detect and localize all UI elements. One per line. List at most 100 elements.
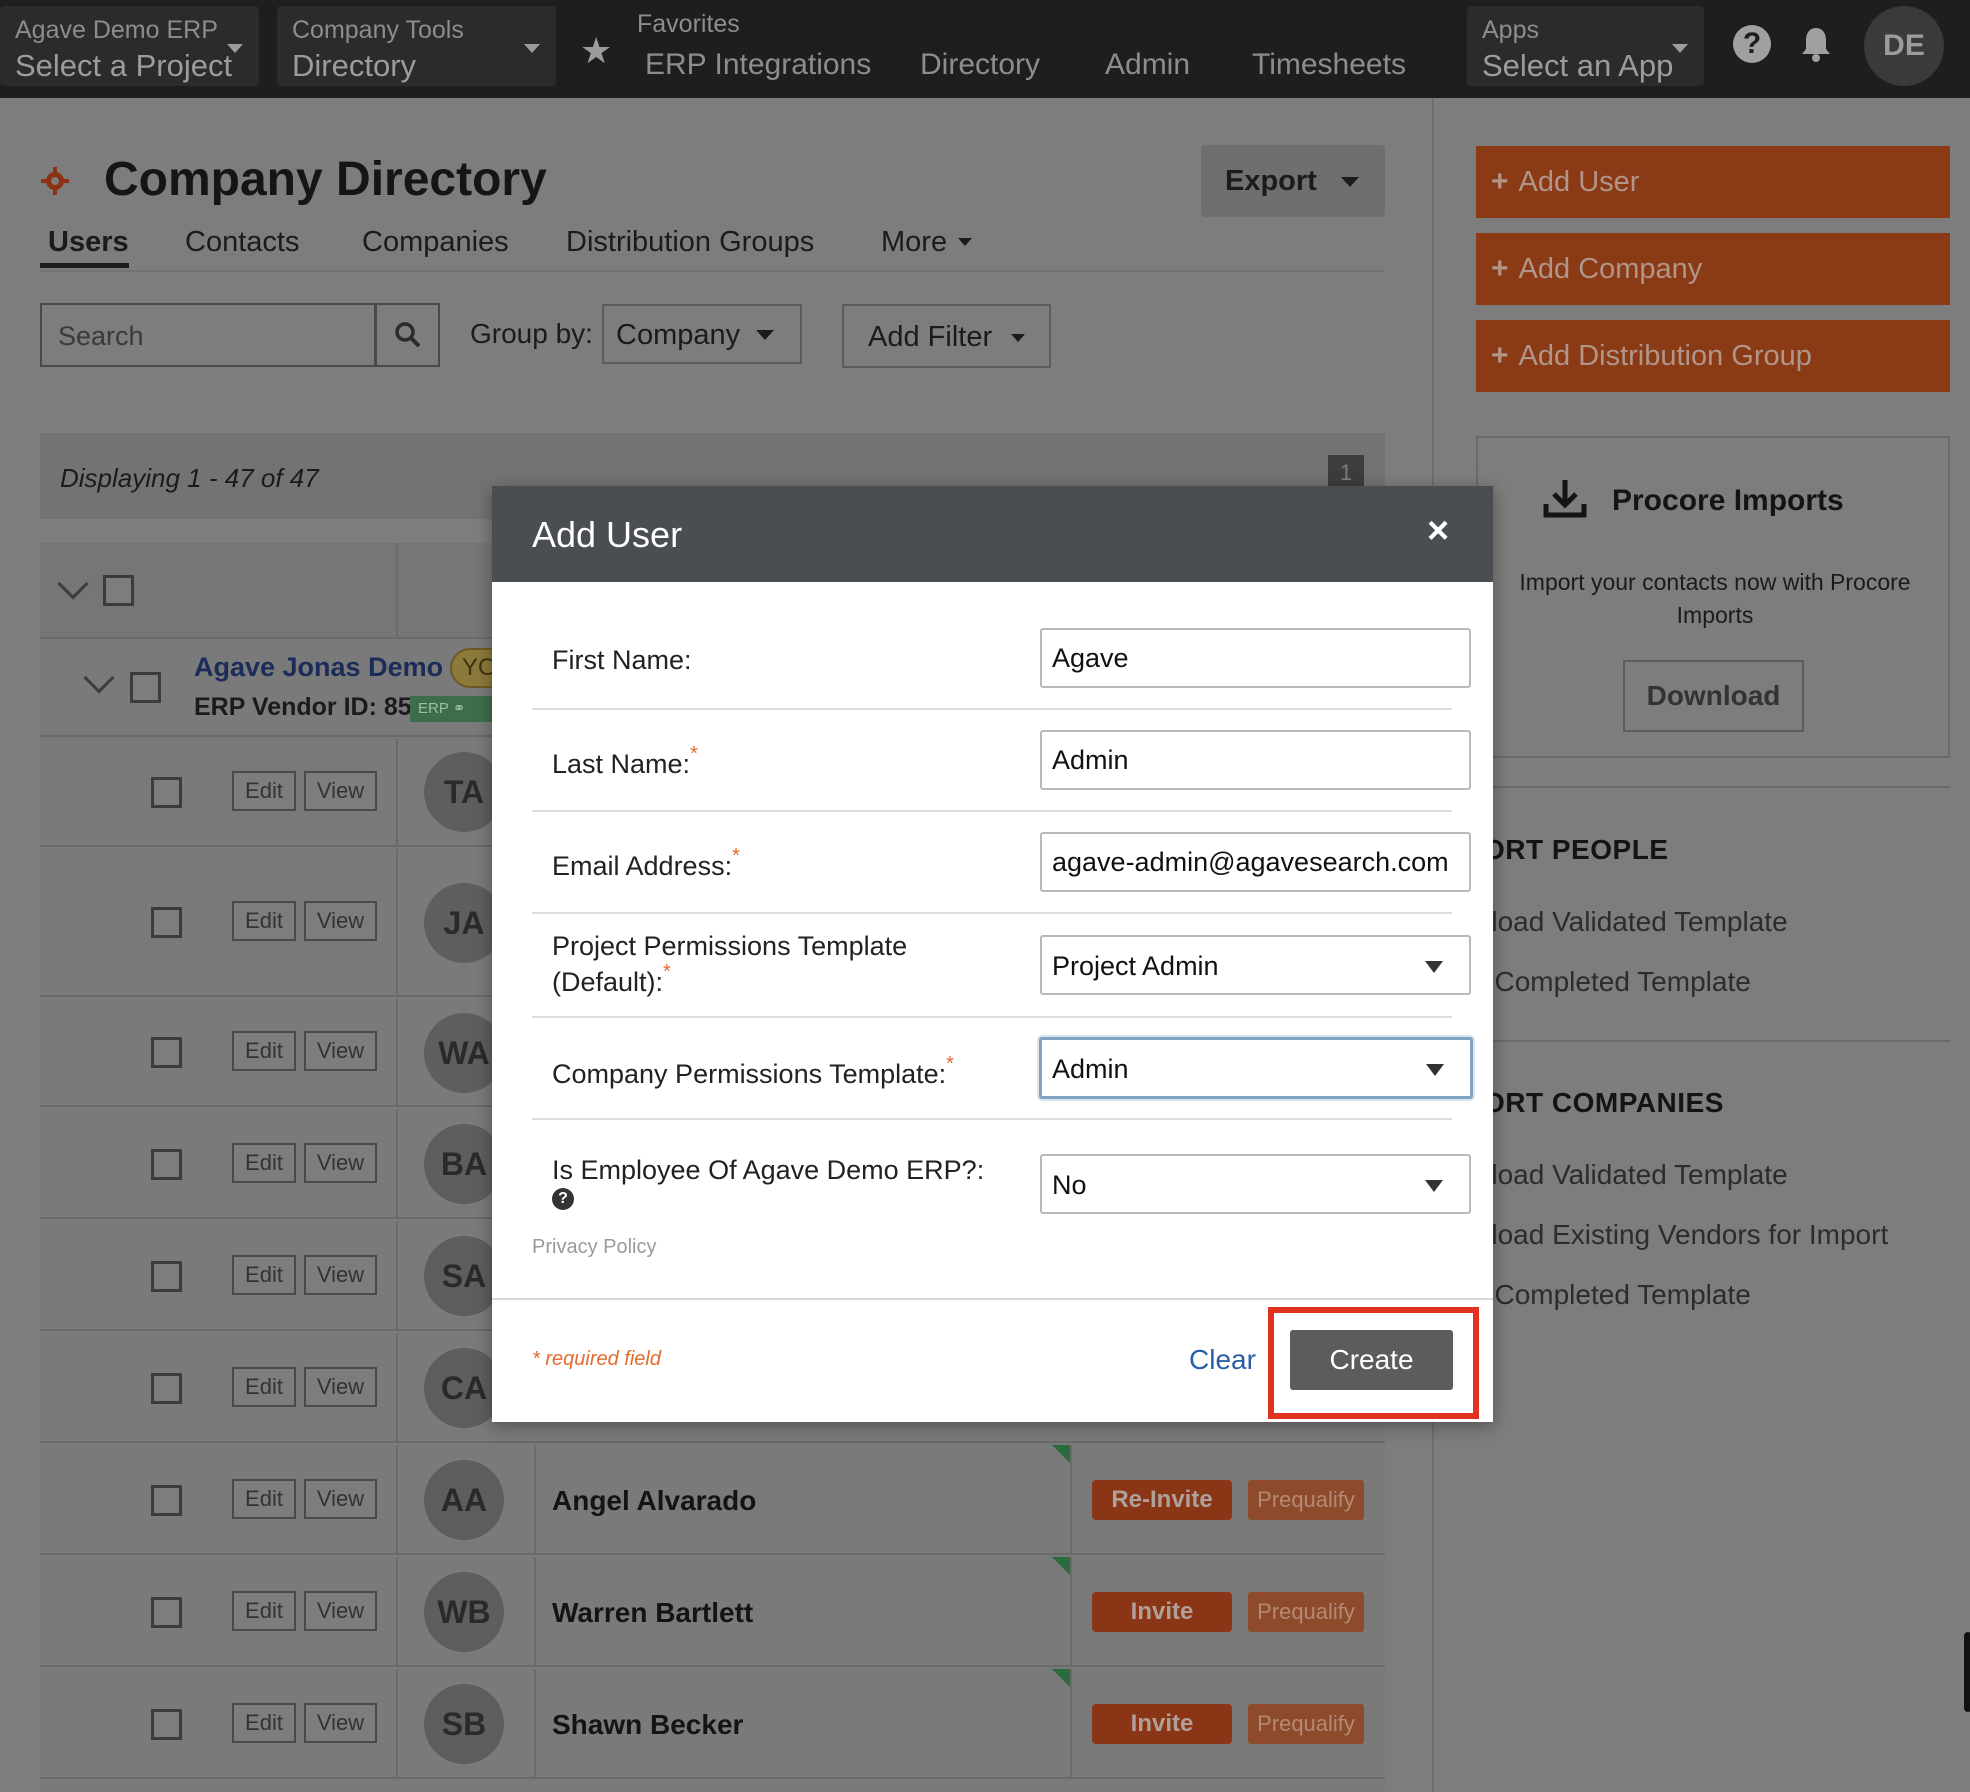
download-button[interactable]: Download [1623, 660, 1804, 732]
employee-select[interactable]: No [1040, 1154, 1471, 1214]
chevron-down-icon [524, 44, 540, 53]
row-checkbox[interactable] [151, 777, 182, 808]
company-template-label: Company Permissions Template: [552, 1059, 947, 1089]
view-button[interactable]: View [304, 1591, 377, 1631]
view-button[interactable]: View [304, 771, 377, 811]
row-checkbox[interactable] [151, 1485, 182, 1516]
tab-more[interactable]: More [881, 226, 947, 259]
last-name-row: Last Name:* [532, 710, 1471, 812]
invite-button[interactable]: Invite [1092, 1592, 1232, 1632]
star-icon[interactable]: ★ [580, 30, 612, 72]
view-button[interactable]: View [304, 1479, 377, 1519]
create-button[interactable]: Create [1290, 1330, 1453, 1390]
row-checkbox[interactable] [151, 1037, 182, 1068]
add-user-button[interactable]: + Add User [1476, 146, 1950, 218]
view-button[interactable]: View [304, 901, 377, 941]
row-checkbox[interactable] [151, 1373, 182, 1404]
tab-contacts[interactable]: Contacts [185, 226, 299, 259]
row-checkbox[interactable] [151, 1149, 182, 1180]
chevron-down-icon[interactable] [83, 662, 115, 694]
project-template-label-line2: (Default): [552, 967, 664, 997]
edit-button[interactable]: Edit [232, 1479, 296, 1519]
column-divider [396, 1669, 398, 1777]
edit-button[interactable]: Edit [232, 1031, 296, 1071]
tab-users[interactable]: Users [48, 226, 129, 259]
search-button[interactable] [375, 303, 440, 367]
edit-button[interactable]: Edit [232, 1255, 296, 1295]
add-distribution-group-button[interactable]: + Add Distribution Group [1476, 320, 1950, 392]
project-template-select[interactable]: Project Admin [1040, 935, 1471, 995]
view-button[interactable]: View [304, 1703, 377, 1743]
privacy-policy-link[interactable]: Privacy Policy [532, 1236, 656, 1259]
project-selector-company: Agave Demo ERP [15, 16, 218, 44]
first-name-field[interactable] [1040, 628, 1471, 688]
top-navigation-bar: Agave Demo ERP Select a Project Company … [0, 0, 1970, 98]
export-button[interactable]: Export [1201, 145, 1385, 217]
table-row: Edit View SB Shawn Becker Invite Prequal… [40, 1669, 1385, 1779]
nav-link-erp-integrations[interactable]: ERP Integrations [645, 48, 871, 82]
group-by-select[interactable]: Company [602, 304, 802, 364]
company-template-label-wrap: Company Permissions Template:* [552, 1053, 954, 1092]
tab-distribution-groups[interactable]: Distribution Groups [566, 226, 814, 259]
clear-button[interactable]: Clear [1189, 1344, 1256, 1376]
nav-link-timesheets[interactable]: Timesheets [1252, 48, 1406, 82]
nav-link-admin[interactable]: Admin [1105, 48, 1190, 82]
row-checkbox[interactable] [151, 1597, 182, 1628]
edit-button[interactable]: Edit [232, 1703, 296, 1743]
row-checkbox[interactable] [151, 907, 182, 938]
favorites-label: Favorites [637, 10, 740, 38]
add-company-button[interactable]: + Add Company [1476, 233, 1950, 305]
prequalify-button[interactable]: Prequalify [1248, 1704, 1364, 1744]
tab-companies[interactable]: Companies [362, 226, 509, 259]
nav-link-directory[interactable]: Directory [920, 48, 1040, 82]
last-name-label-wrap: Last Name:* [552, 743, 698, 782]
project-selector[interactable]: Agave Demo ERP Select a Project [0, 6, 259, 86]
last-name-label: Last Name: [552, 749, 691, 779]
tool-selector[interactable]: Company Tools Directory [277, 6, 556, 86]
bell-icon[interactable] [1800, 26, 1832, 62]
column-divider [396, 999, 398, 1105]
re-invite-button[interactable]: Re-Invite [1092, 1480, 1232, 1520]
user-name[interactable]: Shawn Becker [552, 1709, 743, 1741]
last-name-field[interactable] [1040, 730, 1471, 790]
view-button[interactable]: View [304, 1255, 377, 1295]
edit-button[interactable]: Edit [232, 1591, 296, 1631]
user-name[interactable]: Angel Alvarado [552, 1485, 756, 1517]
edit-button[interactable]: Edit [232, 901, 296, 941]
view-button[interactable]: View [304, 1143, 377, 1183]
row-checkbox[interactable] [151, 1709, 182, 1740]
edit-button[interactable]: Edit [232, 1143, 296, 1183]
invite-button[interactable]: Invite [1092, 1704, 1232, 1744]
user-avatar[interactable]: DE [1864, 6, 1944, 86]
select-all-checkbox[interactable] [103, 575, 134, 606]
user-name[interactable]: Warren Bartlett [552, 1597, 753, 1629]
scrollbar-thumb[interactable] [1964, 1632, 1970, 1712]
view-button[interactable]: View [304, 1367, 377, 1407]
company-group-checkbox[interactable] [130, 672, 161, 703]
chevron-down-icon[interactable] [57, 568, 89, 600]
required-asterisk: * [732, 845, 740, 867]
prequalify-button[interactable]: Prequalify [1248, 1480, 1364, 1520]
erp-vendor-id: ERP Vendor ID: 853 [194, 693, 426, 721]
app-selector[interactable]: Apps Select an App [1467, 6, 1704, 86]
search-input[interactable]: Search [40, 303, 376, 367]
row-checkbox[interactable] [151, 1261, 182, 1292]
question-circle-icon[interactable]: ? [552, 1188, 574, 1210]
view-button[interactable]: View [304, 1031, 377, 1071]
chevron-down-icon [227, 44, 243, 53]
search-placeholder: Search [58, 321, 144, 351]
company-group-name[interactable]: Agave Jonas Demo 1 [194, 652, 466, 683]
erp-link-badge: ERP ⚭ [410, 696, 500, 722]
email-field[interactable] [1040, 832, 1471, 892]
import-companies-download-vendors-link[interactable]: ownload Existing Vendors for Import [1440, 1219, 1888, 1251]
add-filter-button[interactable]: Add Filter [842, 304, 1051, 368]
company-template-select[interactable]: Admin [1039, 1037, 1473, 1099]
help-icon[interactable]: ? [1733, 25, 1771, 63]
edit-button[interactable]: Edit [232, 1367, 296, 1407]
close-icon[interactable]: × [1427, 512, 1449, 550]
group-by-value: Company [616, 319, 741, 351]
required-asterisk: * [663, 961, 671, 983]
edit-button[interactable]: Edit [232, 771, 296, 811]
chevron-down-icon [1011, 334, 1025, 342]
prequalify-button[interactable]: Prequalify [1248, 1592, 1364, 1632]
